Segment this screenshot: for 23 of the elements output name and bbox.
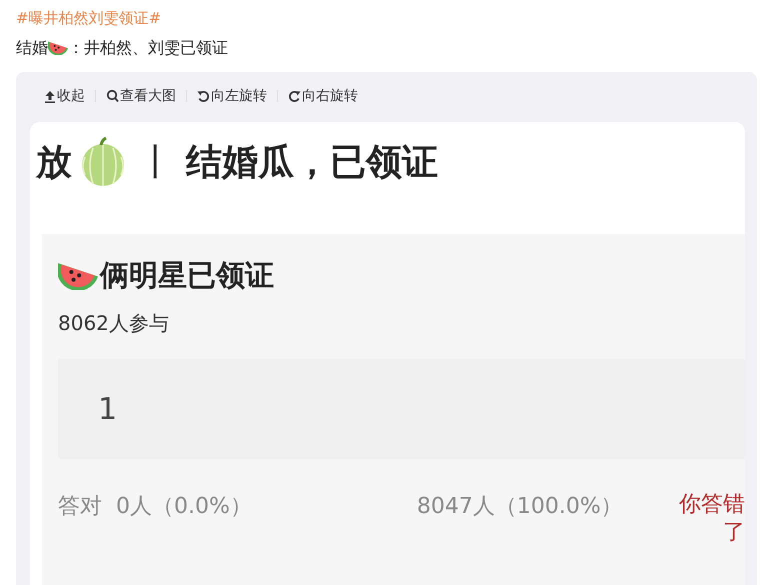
toolbar-button[interactable]: 收起 — [44, 87, 85, 105]
correct-count: 0人（0.0%） — [116, 493, 252, 521]
search-icon — [106, 89, 119, 103]
participant-count: 8062人参与 — [58, 310, 169, 337]
verdict-text: 你答错了 — [678, 491, 745, 547]
post-text: 结婚 — [16, 38, 48, 58]
watermelon-icon — [48, 41, 68, 55]
toolbar-button[interactable]: 查看大图 — [106, 87, 176, 105]
upload-icon — [44, 89, 56, 103]
rotate-right-icon — [288, 89, 301, 103]
other-count: 8047人（100.0%） — [416, 493, 624, 521]
title-text: 放 — [36, 140, 72, 184]
melon-icon — [80, 137, 126, 187]
title-text: 结婚瓜，已领证 — [186, 140, 438, 184]
watermelon-icon — [58, 262, 98, 290]
result-label: 答对 — [58, 493, 102, 521]
toolbar-button[interactable]: 向左旋转 — [197, 87, 267, 105]
rotate-left-icon — [197, 89, 210, 103]
title-separator: 丨 — [138, 140, 174, 184]
option-text: 1 — [98, 392, 118, 426]
quiz-title: 俩明星已领证 — [100, 257, 274, 294]
post-text: ：井柏然、刘雯已领证 — [68, 38, 228, 58]
toolbar-button[interactable]: 向右旋转 — [288, 87, 358, 105]
